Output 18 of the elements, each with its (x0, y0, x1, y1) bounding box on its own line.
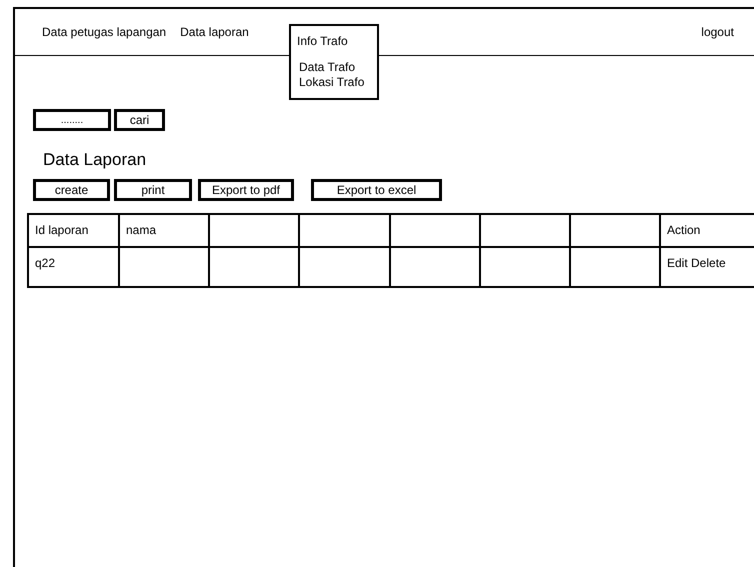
menu-title[interactable]: Info Trafo (291, 26, 377, 58)
column-header: Action (661, 215, 754, 246)
table-cell: Edit Delete (661, 248, 754, 286)
column-header: Id laporan (29, 215, 120, 246)
action-button[interactable]: Export to pdf (198, 179, 294, 201)
nav-link[interactable]: Data laporan (180, 23, 249, 41)
page-heading: Data Laporan (43, 150, 146, 170)
nav-link[interactable]: Data petugas lapangan (42, 23, 166, 41)
logout-link[interactable]: logout (701, 23, 734, 41)
column-header: nama (120, 215, 210, 246)
table-cell: q22 (29, 248, 120, 286)
menu-item[interactable]: Data Trafo (299, 60, 369, 75)
search-button[interactable]: cari (114, 109, 165, 131)
menu-item[interactable]: Lokasi Trafo (299, 75, 369, 90)
action-button[interactable]: create (33, 179, 110, 201)
action-button[interactable]: print (114, 179, 192, 201)
action-button[interactable]: Export to excel (311, 179, 442, 201)
search-field[interactable]: ........ (33, 109, 111, 131)
